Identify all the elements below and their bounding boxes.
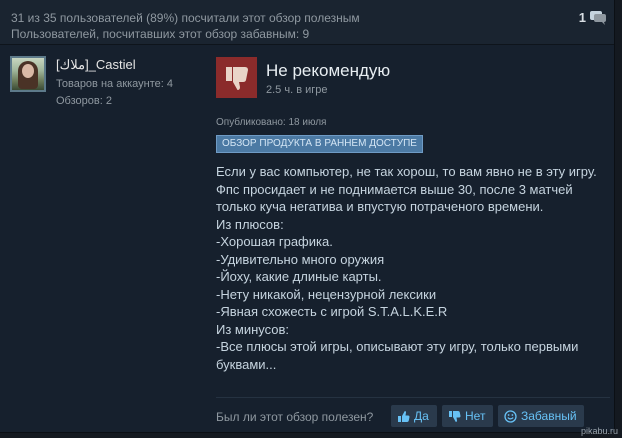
vote-yes-label: Да [414, 409, 429, 423]
author-products: Товаров на аккаунте: 4 [56, 78, 174, 90]
review-line: -Хорошая графика. [216, 234, 333, 249]
author-reviews: Обзоров: 2 [56, 95, 112, 107]
watermark: pikabu.ru [580, 426, 618, 436]
review-line: буквами... [216, 356, 277, 372]
hours-played: 2.5 ч. в игре [266, 84, 328, 96]
vote-funny-label: Забавный [521, 409, 577, 423]
review-line: Если у вас компьютер, не так хорош, то в… [216, 164, 597, 179]
author-info: [ملاك]_Castiel Товаров на аккаунте: 4 Об… [56, 57, 173, 107]
review-header: 31 из 35 пользователей (89%) посчитали э… [0, 0, 614, 45]
review-line: -Явная схожесть с игрой S.T.A.L.K.E.R [216, 304, 448, 319]
helpful-question: Был ли этот обзор полезен? [216, 410, 374, 424]
review-line: Из минусов: [216, 321, 290, 337]
review-line: Фпс просидает и не поднимается выше 30, … [216, 181, 573, 197]
review-line: -Нету никакой, нецензурной лексики [216, 286, 437, 302]
verdict-title: Не рекомендую [266, 61, 391, 80]
thumbs-down-icon [449, 410, 461, 422]
review-card: 31 из 35 пользователей (89%) посчитали э… [0, 0, 615, 433]
early-access-badge: ОБЗОР ПРОДУКТА В РАННЕМ ДОСТУПЕ [216, 135, 423, 153]
comment-count-value: 1 [578, 10, 586, 25]
thumbs-down-icon [225, 66, 248, 90]
thumbs-up-icon [398, 410, 410, 422]
funny-summary: Пользователей, посчитавших этот обзор за… [11, 27, 310, 41]
review-line: только куча негатива и впустую потрачено… [216, 199, 544, 214]
vote-no-button[interactable]: Нет [442, 405, 493, 427]
review-line: -Йоху, какие длиные карты. [216, 269, 382, 284]
review-line: -Все плюсы этой игры, описывают эту игру… [216, 339, 579, 354]
not-recommended-badge [216, 57, 257, 98]
vote-funny-button[interactable]: Забавный [498, 405, 584, 427]
review-line: Из плюсов: [216, 216, 284, 232]
speech-bubble-icon [590, 10, 606, 25]
posted-date: Опубликовано: 18 июля [216, 117, 327, 128]
author-name[interactable]: [ملاك]_Castiel [56, 57, 173, 73]
review-text: Если у вас компьютер, не так хорош, то в… [216, 163, 606, 373]
smiley-icon [504, 409, 517, 423]
review-line: -Удивительно много оружия [216, 251, 385, 267]
comment-count-link[interactable]: 1 [579, 10, 606, 25]
helpful-summary: 31 из 35 пользователей (89%) посчитали э… [11, 11, 360, 25]
vote-yes-button[interactable]: Да [391, 405, 437, 427]
vote-no-label: Нет [465, 409, 486, 423]
avatar[interactable] [10, 56, 46, 92]
divider [216, 397, 610, 398]
